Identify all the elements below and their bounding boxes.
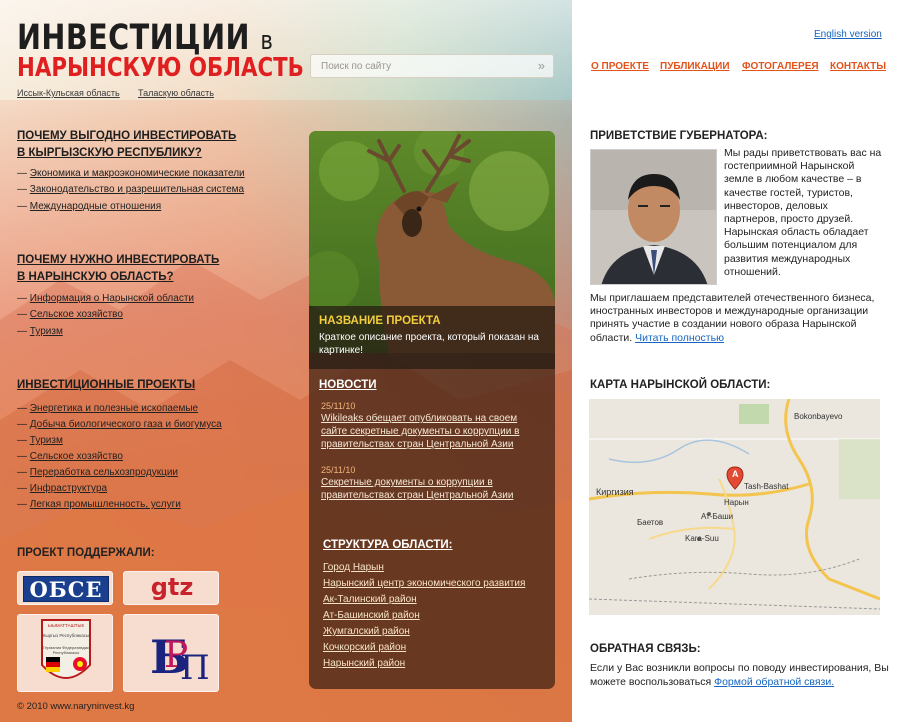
nav-contacts[interactable]: КОНТАКТЫ bbox=[830, 61, 886, 72]
project-caption[interactable]: НАЗВАНИЕ ПРОЕКТА Краткое описание проект… bbox=[309, 306, 555, 369]
read-more-link[interactable]: Читать полностью bbox=[635, 332, 724, 344]
gtz-logo[interactable]: gtz bbox=[123, 571, 219, 605]
structure-item[interactable]: Жумгалский район bbox=[323, 626, 410, 637]
nav-gallery[interactable]: ФОТОГАЛЕРЕЯ bbox=[742, 61, 819, 72]
news-date: 25/11/10 bbox=[321, 465, 356, 475]
map-label: Bokonbayevo bbox=[794, 412, 843, 421]
english-version-link[interactable]: English version bbox=[814, 29, 882, 40]
region-link-issyk-kul[interactable]: Иссык-Кульская область bbox=[17, 88, 120, 98]
news-item[interactable]: Wikileaks обещает опубликовать на своем … bbox=[321, 412, 546, 451]
bpi-letters-icon: Б Р П bbox=[150, 630, 210, 688]
site-logo[interactable]: ИНВЕСТИЦИИ в bbox=[17, 18, 273, 58]
news-date: 25/11/10 bbox=[321, 401, 356, 411]
search-input[interactable]: Поиск по сайту » bbox=[310, 54, 554, 78]
left-link[interactable]: — Инфраструктура bbox=[17, 481, 107, 497]
governor-greeting: Мы рады приветствовать вас на гостеприим… bbox=[724, 147, 882, 278]
left-link[interactable]: — Переработка сельхозпродукции bbox=[17, 465, 178, 481]
map-label: Kara-Suu bbox=[685, 534, 719, 543]
structure-item[interactable]: Ак-Талинский район bbox=[323, 594, 417, 605]
map-label: Баетов bbox=[637, 518, 664, 527]
governor-photo bbox=[590, 149, 717, 285]
left-link[interactable]: — Информация о Нарынской области bbox=[17, 291, 194, 307]
news-item[interactable]: Секретные документы о коррупции в правит… bbox=[321, 476, 546, 502]
feedback-title: ОБРАТНАЯ СВЯЗЬ: bbox=[590, 643, 701, 655]
structure-item[interactable]: Ат-Башинский район bbox=[323, 610, 420, 621]
structure-item[interactable]: Нарынский центр экономического развития bbox=[323, 578, 525, 589]
bpi-logo[interactable]: Б Р П bbox=[123, 614, 219, 692]
left-link[interactable]: — Законодательство и разрешительная сист… bbox=[17, 182, 244, 198]
svg-text:П: П bbox=[180, 648, 210, 688]
left-link[interactable]: — Сельское хозяйство bbox=[17, 449, 123, 465]
left-link[interactable]: — Добыча биологического газа и биогумуса bbox=[17, 417, 222, 433]
region-map[interactable]: Bokonbayevo Tash-Bashat Киргизия Нарын Б… bbox=[589, 399, 880, 615]
sponsors-title: ПРОЕКТ ПОДДЕРЖАЛИ: bbox=[17, 547, 155, 559]
section-title-why-naryn[interactable]: ПОЧЕМУ НУЖНО ИНВЕСТИРОВАТЬ В НАРЫНСКУЮ ОБ… bbox=[17, 252, 219, 286]
structure-item[interactable]: Город Нарын bbox=[323, 562, 384, 573]
left-link[interactable]: — Легкая промышленность, услуги bbox=[17, 497, 181, 513]
section-title-why-kyrgyzstan[interactable]: ПОЧЕМУ ВЫГОДНО ИНВЕСТИРОВАТЬ В КЫРГЫЗСКУЮ… bbox=[17, 128, 236, 162]
left-link[interactable]: — Туризм bbox=[17, 324, 63, 340]
governor-title: ПРИВЕТСТВИЕ ГУБЕРНАТОРА: bbox=[590, 130, 768, 142]
copyright: © 2010 www.naryninvest.kg bbox=[17, 701, 135, 712]
section-title-investment-projects[interactable]: ИНВЕСТИЦИОННЫЕ ПРОЕКТЫ bbox=[17, 377, 195, 394]
map-marker-icon[interactable]: A bbox=[732, 469, 739, 479]
nav-about[interactable]: О ПРОЕКТЕ bbox=[591, 61, 649, 72]
kyrgyz-germany-emblem[interactable]: ЫЫМАТТАШТЫК Кыргыз Республикасы Германия… bbox=[17, 614, 113, 692]
news-title[interactable]: НОВОСТИ bbox=[319, 379, 377, 391]
structure-item[interactable]: Кочкорский район bbox=[323, 642, 406, 653]
governor-greeting-cont: Мы приглашаем представителей отечественн… bbox=[590, 292, 875, 344]
feature-card: НАЗВАНИЕ ПРОЕКТА Краткое описание проект… bbox=[309, 131, 555, 689]
left-link[interactable]: — Туризм bbox=[17, 433, 63, 449]
region-link-talas[interactable]: Таласкую область bbox=[138, 88, 214, 98]
site-logo-subtitle[interactable]: НАРЫНСКУЮ ОБЛАСТЬ bbox=[17, 53, 304, 83]
feedback-form-link[interactable]: Формой обратной связи. bbox=[714, 676, 834, 688]
project-description: Краткое описание проекта, который показа… bbox=[319, 332, 539, 356]
left-link[interactable]: — Международные отношения bbox=[17, 199, 161, 215]
map-label: Ат-Баши bbox=[701, 512, 734, 521]
map-title: КАРТА НАРЫНСКОЙ ОБЛАСТИ: bbox=[590, 379, 771, 391]
osce-logo[interactable]: ОБСЕ bbox=[17, 571, 113, 605]
search-placeholder: Поиск по сайту bbox=[321, 61, 392, 72]
search-submit-icon[interactable]: » bbox=[538, 58, 545, 73]
map-label: Tash-Bashat bbox=[744, 482, 789, 491]
left-link[interactable]: — Экономика и макроэкономические показат… bbox=[17, 166, 245, 182]
left-link[interactable]: — Сельское хозяйство bbox=[17, 307, 123, 323]
left-link[interactable]: — Энергетика и полезные ископаемые bbox=[17, 401, 198, 417]
structure-item[interactable]: Нарынский район bbox=[323, 658, 405, 669]
structure-title: СТРУКТУРА ОБЛАСТИ: bbox=[323, 539, 453, 551]
project-title: НАЗВАНИЕ ПРОЕКТА bbox=[319, 315, 441, 327]
nav-publications[interactable]: ПУБЛИКАЦИИ bbox=[660, 61, 730, 72]
map-label: Нарын bbox=[724, 498, 749, 507]
feedback-text: Если у Вас возникли вопросы по поводу ин… bbox=[590, 662, 889, 688]
map-label: Киргизия bbox=[596, 487, 634, 497]
